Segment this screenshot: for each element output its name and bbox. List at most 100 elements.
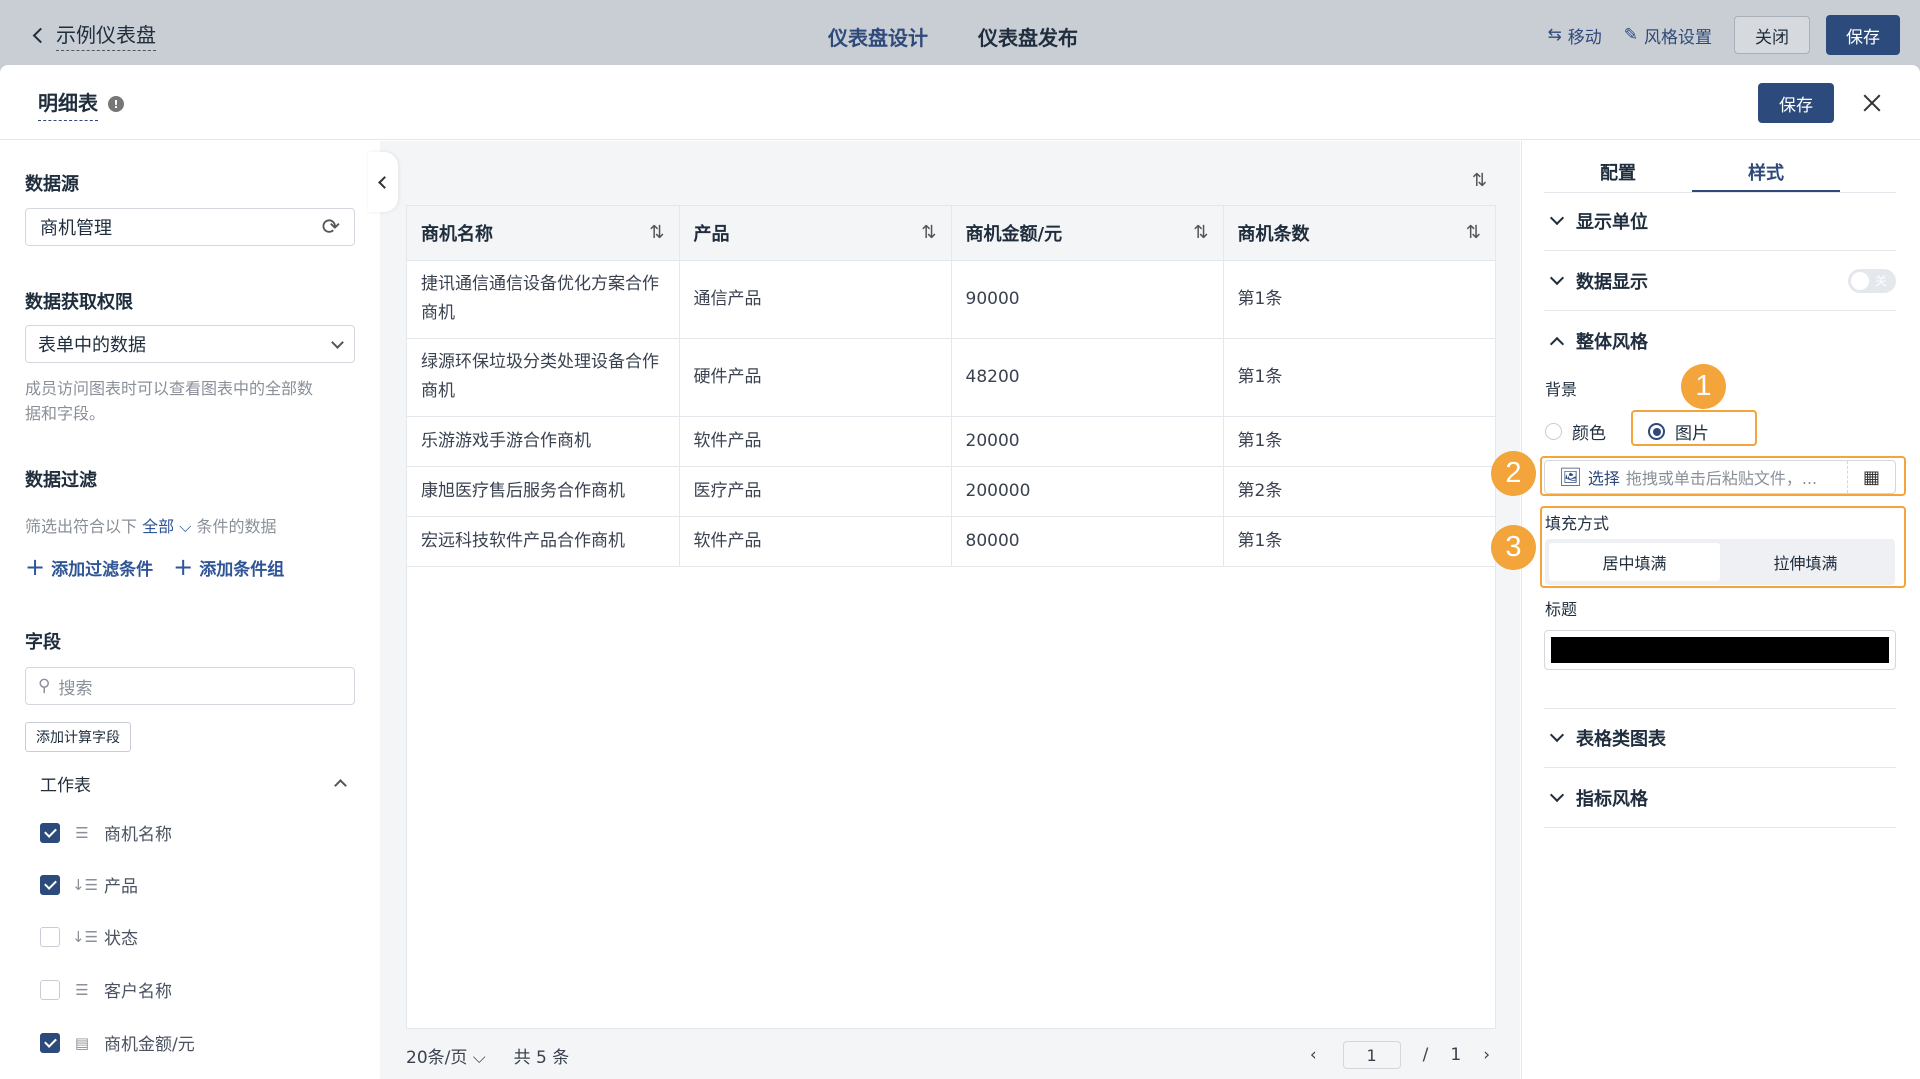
section-data-display[interactable]: 数据显示 关 xyxy=(1544,251,1896,311)
fill-center-option[interactable]: 居中填满 xyxy=(1549,543,1720,581)
section-table-chart[interactable]: 表格类图表 xyxy=(1544,708,1896,768)
sort-icon[interactable]: ⇅ xyxy=(1466,222,1481,243)
column-header-label: 产品 xyxy=(693,223,730,245)
add-calc-field-button[interactable]: 添加计算字段 xyxy=(25,722,131,752)
column-header[interactable]: 产品 ⇅ xyxy=(679,206,952,261)
column-header[interactable]: 商机金额/元 ⇅ xyxy=(951,206,1224,261)
section-metric-style[interactable]: 指标风格 xyxy=(1544,768,1896,828)
tab-dashboard-design[interactable]: 仪表盘设计 xyxy=(828,22,928,51)
tab-config[interactable]: 配置 xyxy=(1544,143,1692,192)
bg-image-radio[interactable]: 图片 xyxy=(1648,419,1709,444)
chevron-down-icon xyxy=(1549,727,1565,743)
chart-name[interactable]: 明细表 xyxy=(38,87,98,121)
annotation-badge: 3 xyxy=(1491,525,1536,570)
datasource-select[interactable]: 商机管理 ⟳ xyxy=(25,208,355,246)
table-cell: 90000 xyxy=(951,260,1224,339)
modal-save-button[interactable]: 保存 xyxy=(1758,83,1834,123)
qrcode-icon[interactable]: ▦ xyxy=(1847,461,1895,493)
table-cell: 宏远科技软件产品合作商机 xyxy=(407,516,680,567)
field-item[interactable]: ☰ 客户名称 xyxy=(40,977,172,1002)
checkbox[interactable] xyxy=(40,874,60,895)
permission-select[interactable]: 表单中的数据 xyxy=(25,325,355,363)
info-icon[interactable]: ! xyxy=(108,96,124,112)
column-header[interactable]: 商机名称 ⇅ xyxy=(407,206,680,261)
table-cell: 软件产品 xyxy=(679,516,952,567)
tab-dashboard-publish[interactable]: 仪表盘发布 xyxy=(978,22,1078,51)
field-item[interactable]: ▤ 商机金额/元 xyxy=(40,1030,195,1055)
upload-select-label[interactable]: 选择 xyxy=(1588,465,1620,489)
title-label: 标题 xyxy=(1545,600,1578,619)
radio-dot xyxy=(1648,423,1665,440)
checkbox[interactable] xyxy=(40,822,60,843)
field-item[interactable]: ☰ 商机名称 xyxy=(40,820,172,845)
sort-icon[interactable]: ⇅ xyxy=(649,222,664,243)
table-row[interactable]: 绿源环保垃圾分类处理设备合作商机 硬件产品 48200 第1条 xyxy=(407,338,1495,417)
worksheet-group[interactable]: 工作表 xyxy=(40,771,347,796)
text-field-icon: ☰ xyxy=(75,980,89,999)
page-input[interactable]: 1 xyxy=(1342,1041,1401,1069)
table-row[interactable]: 宏远科技软件产品合作商机 软件产品 80000 第1条 xyxy=(407,516,1495,567)
add-filter-button[interactable]: + 添加过滤条件 xyxy=(25,555,153,580)
sort-icon[interactable]: ⇅ xyxy=(1472,170,1487,191)
column-header[interactable]: 商机条数 ⇅ xyxy=(1223,206,1495,261)
fill-stretch-option[interactable]: 拉伸填满 xyxy=(1720,543,1891,581)
save-button-top[interactable]: 保存 xyxy=(1826,15,1900,55)
page-size-select[interactable]: 20条/页 ⌵ xyxy=(406,1043,486,1068)
table-cell: 80000 xyxy=(951,516,1224,567)
table-row[interactable]: 康旭医疗售后服务合作商机 医疗产品 200000 第2条 xyxy=(407,466,1495,517)
search-input[interactable]: ⚲ 搜索 xyxy=(25,667,355,705)
table-row[interactable]: 乐游游戏手游合作商机 软件产品 20000 第1条 xyxy=(407,416,1495,467)
bg-color-radio[interactable]: 颜色 xyxy=(1545,419,1606,444)
table-cell: 捷讯通信通信设备优化方案合作商机 xyxy=(407,260,680,339)
style-settings-button[interactable]: ✎ 风格设置 xyxy=(1624,23,1712,48)
move-button[interactable]: ⇆ 移动 xyxy=(1548,23,1602,48)
table-row[interactable]: 捷讯通信通信设备优化方案合作商机 通信产品 90000 第1条 xyxy=(407,260,1495,339)
field-item[interactable]: ↓☰ 状态 xyxy=(40,924,138,949)
table-cell: 通信产品 xyxy=(679,260,952,339)
pagination: 20条/页 ⌵ 共 5 条 ‹ 1 / 1 › xyxy=(406,1041,1496,1069)
checkbox[interactable] xyxy=(40,1032,60,1053)
prev-page-icon[interactable]: ‹ xyxy=(1310,1045,1317,1065)
checkbox[interactable] xyxy=(40,926,60,947)
chevron-down-icon xyxy=(1549,787,1565,802)
table-cell: 康旭医疗售后服务合作商机 xyxy=(407,466,680,517)
top-bar: 示例仪表盘 仪表盘设计 仪表盘发布 ⇆ 移动 ✎ 风格设置 关闭 保存 xyxy=(0,0,1920,70)
tab-style[interactable]: 样式 xyxy=(1692,143,1840,192)
radio-label: 颜色 xyxy=(1572,424,1606,444)
sort-icon[interactable]: ⇅ xyxy=(1193,222,1208,243)
next-page-icon[interactable]: › xyxy=(1483,1045,1490,1065)
toggle-label: 关 xyxy=(1875,274,1888,288)
field-item[interactable]: ↓☰ 产品 xyxy=(40,872,138,897)
pen-icon: ✎ xyxy=(1623,25,1638,45)
section-overall-style[interactable]: 整体风格 xyxy=(1544,311,1896,371)
image-upload[interactable]: 🖼 选择 拖拽或单击后粘贴文件，... ▦ xyxy=(1544,460,1896,494)
style-settings-label: 风格设置 xyxy=(1644,27,1712,48)
column-header-label: 商机条数 xyxy=(1237,223,1310,245)
sort-icon[interactable]: ⇅ xyxy=(921,222,936,243)
color-swatch xyxy=(1551,637,1889,663)
table-cell: 硬件产品 xyxy=(679,338,952,417)
modal-title: 明细表 ! xyxy=(38,87,124,121)
datasource-value: 商机管理 xyxy=(40,218,112,239)
close-button[interactable]: 关闭 xyxy=(1734,16,1810,54)
back-button[interactable]: 示例仪表盘 xyxy=(30,19,156,51)
section-display-unit[interactable]: 显示单位 xyxy=(1544,191,1896,251)
add-group-label: 添加条件组 xyxy=(199,560,285,580)
close-icon[interactable] xyxy=(1858,89,1886,117)
select-field-icon: ↓☰ xyxy=(72,927,99,946)
dashboard-name[interactable]: 示例仪表盘 xyxy=(56,19,156,51)
checkbox[interactable] xyxy=(40,979,60,1000)
detail-table: 商机名称 ⇅ 产品 ⇅ 商机金额/元 ⇅ 商机条数 ⇅ 捷讯通信通信设备优化方案合作商机… xyxy=(406,205,1496,1029)
filter-all-dropdown[interactable]: 全部 ⌵ xyxy=(142,517,191,536)
chevron-down-icon xyxy=(331,335,344,349)
search-icon: ⚲ xyxy=(38,676,51,696)
fill-mode-label: 填充方式 xyxy=(1545,514,1610,533)
add-group-button[interactable]: + 添加条件组 xyxy=(173,555,284,580)
total-count: 共 5 条 xyxy=(513,1047,570,1068)
title-color-picker[interactable] xyxy=(1544,630,1896,670)
data-display-toggle[interactable]: 关 xyxy=(1848,268,1896,293)
refresh-icon[interactable]: ⟳ xyxy=(322,215,340,240)
radio-label: 图片 xyxy=(1675,424,1709,444)
collapse-panel-button[interactable] xyxy=(368,152,398,212)
text-field-icon: ☰ xyxy=(75,823,89,842)
